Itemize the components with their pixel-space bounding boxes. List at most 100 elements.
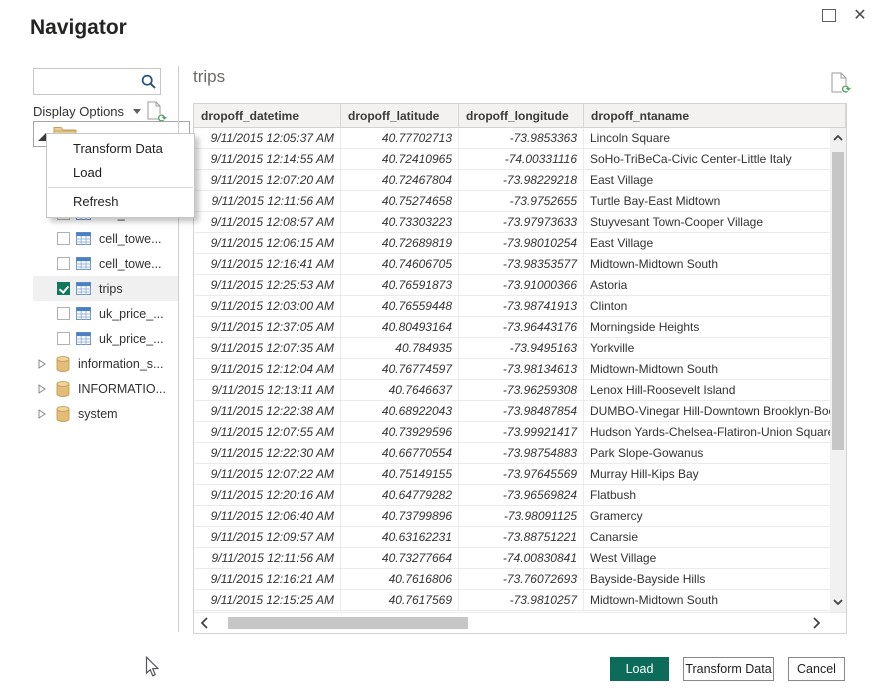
load-button[interactable]: Load xyxy=(610,657,669,681)
column-header-dropoff_ntaname[interactable]: dropoff_ntaname xyxy=(584,104,846,127)
cell-dropoff_longitude: -73.98091125 xyxy=(459,506,584,526)
table-row: 9/11/2015 12:12:04 AM40.76774597-73.9813… xyxy=(194,359,830,380)
cell-dropoff_longitude: -73.97645569 xyxy=(459,464,584,484)
collapsed-arrow-icon[interactable] xyxy=(38,409,46,419)
search-box[interactable] xyxy=(33,68,161,95)
tree-item-informatio-[interactable]: INFORMATIO... xyxy=(33,376,178,401)
cell-dropoff_datetime: 9/11/2015 12:13:11 AM xyxy=(194,380,341,400)
refresh-preview-icon[interactable]: ⟳ xyxy=(147,101,164,121)
chevron-down-icon xyxy=(133,109,141,114)
menu-divider xyxy=(48,187,193,188)
scroll-down-icon[interactable] xyxy=(830,592,846,612)
checkbox[interactable] xyxy=(57,257,70,270)
column-header-dropoff_longitude[interactable]: dropoff_longitude xyxy=(459,104,584,127)
table-row: 9/11/2015 12:09:57 AM40.63162231-73.8875… xyxy=(194,527,830,548)
table-row: 9/11/2015 12:22:38 AM40.68922043-73.9848… xyxy=(194,401,830,422)
cell-dropoff_longitude: -73.98741913 xyxy=(459,296,584,316)
cell-dropoff_datetime: 9/11/2015 12:07:35 AM xyxy=(194,338,341,358)
cell-dropoff_ntaname: DUMBO-Vinegar Hill-Downtown Brooklyn-Boe… xyxy=(584,401,830,421)
tree-item-cell-towe-[interactable]: cell_towe... xyxy=(33,251,178,276)
tree-item-trips[interactable]: trips xyxy=(33,276,178,301)
cell-dropoff_latitude: 40.73303223 xyxy=(341,212,459,232)
cell-dropoff_longitude: -73.9495163 xyxy=(459,338,584,358)
cell-dropoff_ntaname: Park Slope-Gowanus xyxy=(584,443,830,463)
cell-dropoff_latitude: 40.73277664 xyxy=(341,548,459,568)
transform-data-button[interactable]: Transform Data xyxy=(683,657,774,681)
table-row: 9/11/2015 12:13:11 AM40.7646637-73.96259… xyxy=(194,380,830,401)
checkbox[interactable] xyxy=(57,282,70,295)
search-icon[interactable] xyxy=(140,73,158,91)
tree-item-label: trips xyxy=(99,282,123,296)
navigator-dialog: Navigator ✕ Display Options ⟳ cell_towe.… xyxy=(0,0,873,691)
collapsed-arrow-icon[interactable] xyxy=(38,359,46,369)
scroll-right-icon[interactable] xyxy=(806,615,826,631)
column-header-dropoff_latitude[interactable]: dropoff_latitude xyxy=(341,104,459,127)
cell-dropoff_ntaname: Hudson Yards-Chelsea-Flatiron-Union Squa… xyxy=(584,422,830,442)
menu-item-transform-data[interactable]: Transform Data xyxy=(47,137,194,161)
refresh-data-icon[interactable]: ⟳ xyxy=(831,72,848,92)
cell-dropoff_datetime: 9/11/2015 12:37:05 AM xyxy=(194,317,341,337)
tree-item-system[interactable]: system xyxy=(33,401,178,426)
tree-item-uk-price-[interactable]: uk_price_... xyxy=(33,326,178,351)
search-input[interactable] xyxy=(34,75,140,89)
cell-dropoff_longitude: -73.98353577 xyxy=(459,254,584,274)
cancel-button[interactable]: Cancel xyxy=(788,657,845,681)
cell-dropoff_ntaname: Lenox Hill-Roosevelt Island xyxy=(584,380,830,400)
page-title: Navigator xyxy=(30,16,127,40)
table-icon xyxy=(76,232,91,245)
cell-dropoff_longitude: -73.98754883 xyxy=(459,443,584,463)
cell-dropoff_datetime: 9/11/2015 12:06:40 AM xyxy=(194,506,341,526)
cell-dropoff_ntaname: East Village xyxy=(584,233,830,253)
scroll-up-icon[interactable] xyxy=(830,128,846,148)
menu-item-refresh[interactable]: Refresh xyxy=(47,190,194,214)
cell-dropoff_latitude: 40.72689819 xyxy=(341,233,459,253)
tree-item-cell-towe-[interactable]: cell_towe... xyxy=(33,226,178,251)
checkbox[interactable] xyxy=(57,232,70,245)
table-row: 9/11/2015 12:07:20 AM40.72467804-73.9822… xyxy=(194,170,830,191)
tree-item-information-s-[interactable]: information_s... xyxy=(33,351,178,376)
scroll-left-icon[interactable] xyxy=(194,615,214,631)
cell-dropoff_longitude: -73.9853363 xyxy=(459,128,584,148)
tree-item-label: INFORMATIO... xyxy=(78,382,166,396)
display-options-dropdown[interactable]: Display Options ⟳ xyxy=(33,101,176,121)
cell-dropoff_latitude: 40.75149155 xyxy=(341,464,459,484)
horizontal-scrollbar[interactable] xyxy=(194,612,846,633)
tree-item-label: uk_price_... xyxy=(99,332,164,346)
column-header-dropoff_datetime[interactable]: dropoff_datetime xyxy=(194,104,341,127)
cell-dropoff_latitude: 40.80493164 xyxy=(341,317,459,337)
table-header-row: dropoff_datetimedropoff_latitudedropoff_… xyxy=(194,104,846,128)
table-row: 9/11/2015 12:07:35 AM40.784935-73.949516… xyxy=(194,338,830,359)
table-row: 9/11/2015 12:22:30 AM40.66770554-73.9875… xyxy=(194,443,830,464)
table-row: 9/11/2015 12:14:55 AM40.72410965-74.0033… xyxy=(194,149,830,170)
cell-dropoff_ntaname: Morningside Heights xyxy=(584,317,830,337)
cell-dropoff_latitude: 40.72467804 xyxy=(341,170,459,190)
close-icon[interactable]: ✕ xyxy=(851,6,869,24)
cell-dropoff_latitude: 40.72410965 xyxy=(341,149,459,169)
checkbox[interactable] xyxy=(57,307,70,320)
horizontal-scroll-thumb[interactable] xyxy=(228,617,468,629)
collapsed-arrow-icon[interactable] xyxy=(38,384,46,394)
table-row: 9/11/2015 12:37:05 AM40.80493164-73.9644… xyxy=(194,317,830,338)
vertical-scrollbar[interactable] xyxy=(830,128,846,612)
tree-item-label: system xyxy=(78,407,118,421)
cell-dropoff_ntaname: Clinton xyxy=(584,296,830,316)
cell-dropoff_ntaname: Canarsie xyxy=(584,527,830,547)
vertical-scroll-thumb[interactable] xyxy=(832,152,844,450)
cell-dropoff_datetime: 9/11/2015 12:07:22 AM xyxy=(194,464,341,484)
cell-dropoff_ntaname: Astoria xyxy=(584,275,830,295)
table-row: 9/11/2015 12:03:00 AM40.76559448-73.9874… xyxy=(194,296,830,317)
table-row: 9/11/2015 12:11:56 AM40.73277664-74.0083… xyxy=(194,548,830,569)
cell-dropoff_ntaname: Midtown-Midtown South xyxy=(584,254,830,274)
cell-dropoff_ntaname: Bayside-Bayside Hills xyxy=(584,569,830,589)
checkbox[interactable] xyxy=(57,332,70,345)
cell-dropoff_latitude: 40.7617569 xyxy=(341,590,459,610)
cell-dropoff_latitude: 40.73799896 xyxy=(341,506,459,526)
cell-dropoff_longitude: -73.96443176 xyxy=(459,317,584,337)
table-row: 9/11/2015 12:06:40 AM40.73799896-73.9809… xyxy=(194,506,830,527)
table-row: 9/11/2015 12:20:16 AM40.64779282-73.9656… xyxy=(194,485,830,506)
cell-dropoff_latitude: 40.7616806 xyxy=(341,569,459,589)
maximize-icon[interactable] xyxy=(822,9,836,22)
menu-item-load[interactable]: Load xyxy=(47,161,194,185)
tree-item-uk-price-[interactable]: uk_price_... xyxy=(33,301,178,326)
cell-dropoff_latitude: 40.76774597 xyxy=(341,359,459,379)
